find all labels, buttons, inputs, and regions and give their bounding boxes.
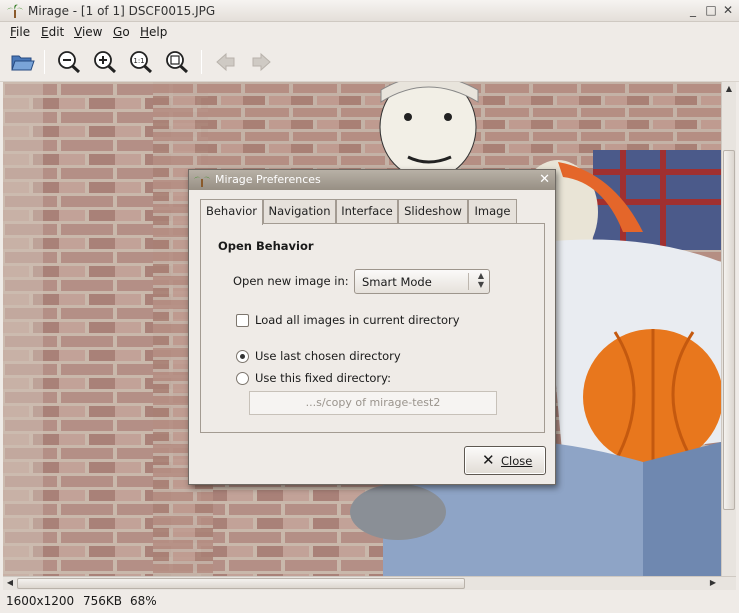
zoom-fit-button[interactable] [164, 50, 190, 74]
menu-edit[interactable]: Edit [41, 25, 64, 39]
horizontal-scrollbar[interactable]: ◀ ▶ [3, 576, 736, 590]
close-button-label: Close [501, 454, 533, 468]
open-mode-combo[interactable]: Smart Mode ▲ ▼ [354, 269, 490, 294]
zoom-in-icon [94, 51, 117, 74]
menu-view[interactable]: View [74, 25, 102, 39]
toolbar-separator [201, 50, 202, 74]
status-dimensions: 1600x1200 [6, 594, 75, 608]
palm-tree-icon [7, 4, 23, 18]
minimize-button[interactable]: _ [686, 3, 700, 17]
use-last-radio[interactable] [236, 350, 249, 363]
dialog-title: Mirage Preferences [215, 173, 321, 186]
svg-text:1:1: 1:1 [133, 57, 144, 65]
zoom-out-icon [58, 51, 81, 74]
close-window-button[interactable]: ✕ [721, 3, 735, 17]
zoom-100-icon: 1:1 [130, 51, 153, 74]
open-new-label: Open new image in: [233, 274, 349, 288]
zoom-in-button[interactable] [92, 50, 118, 74]
menubar: File Edit View Go Help [0, 22, 739, 42]
menu-go[interactable]: Go [113, 25, 130, 39]
tab-navigation[interactable]: Navigation [263, 199, 336, 223]
combo-separator [468, 273, 469, 290]
load-all-label[interactable]: Load all images in current directory [255, 313, 460, 327]
open-mode-value: Smart Mode [362, 275, 432, 289]
toolbar: 1:1 [0, 42, 739, 82]
window-titlebar: Mirage - [1 of 1] DSCF0015.JPG _ □ ✕ [0, 0, 739, 22]
zoom-fit-icon [166, 51, 189, 74]
scroll-left-icon[interactable]: ◀ [4, 577, 16, 589]
close-icon: ✕ [482, 451, 495, 469]
previous-arrow-icon [216, 52, 235, 72]
use-last-label[interactable]: Use last chosen directory [255, 349, 401, 363]
toolbar-separator [44, 50, 45, 74]
vertical-scroll-thumb[interactable] [723, 150, 735, 510]
window-title: Mirage - [1 of 1] DSCF0015.JPG [28, 4, 216, 18]
vertical-scrollbar[interactable]: ▲ [721, 82, 736, 576]
next-button[interactable] [248, 50, 274, 74]
close-button[interactable]: ✕ Close [464, 446, 546, 475]
scroll-right-icon[interactable]: ▶ [707, 577, 719, 589]
tab-interface[interactable]: Interface [336, 199, 398, 223]
palm-tree-icon [194, 176, 210, 187]
tab-behavior[interactable]: Behavior [200, 199, 263, 225]
status-zoom: 68% [130, 594, 157, 608]
status-filesize: 756KB [83, 594, 123, 608]
behavior-panel: Open Behavior Open new image in: Smart M… [200, 223, 545, 433]
preferences-dialog: Mirage Preferences ✕ Behavior Navigation… [188, 169, 556, 485]
dialog-titlebar: Mirage Preferences ✕ [189, 170, 555, 190]
menu-help[interactable]: Help [140, 25, 167, 39]
fixed-directory-button[interactable]: ...s/copy of mirage-test2 [249, 391, 497, 415]
use-fixed-label[interactable]: Use this fixed directory: [255, 371, 391, 385]
tab-slideshow[interactable]: Slideshow [398, 199, 468, 223]
load-all-checkbox[interactable] [236, 314, 249, 327]
statusbar: 1600x1200 756KB 68% [0, 591, 739, 613]
next-arrow-icon [252, 52, 271, 72]
previous-button[interactable] [213, 50, 239, 74]
tab-image[interactable]: Image [468, 199, 517, 223]
zoom-out-button[interactable] [56, 50, 82, 74]
open-button[interactable] [9, 50, 35, 74]
section-title: Open Behavior [218, 239, 314, 253]
use-fixed-radio[interactable] [236, 372, 249, 385]
scroll-up-icon[interactable]: ▲ [723, 83, 735, 95]
maximize-button[interactable]: □ [704, 3, 718, 17]
menu-file[interactable]: File [10, 25, 30, 39]
open-folder-icon [11, 55, 35, 71]
zoom-100-button[interactable]: 1:1 [128, 50, 154, 74]
horizontal-scroll-thumb[interactable] [17, 578, 465, 589]
dialog-close-icon[interactable]: ✕ [539, 172, 550, 187]
combo-arrows-icon: ▲ ▼ [477, 271, 484, 289]
